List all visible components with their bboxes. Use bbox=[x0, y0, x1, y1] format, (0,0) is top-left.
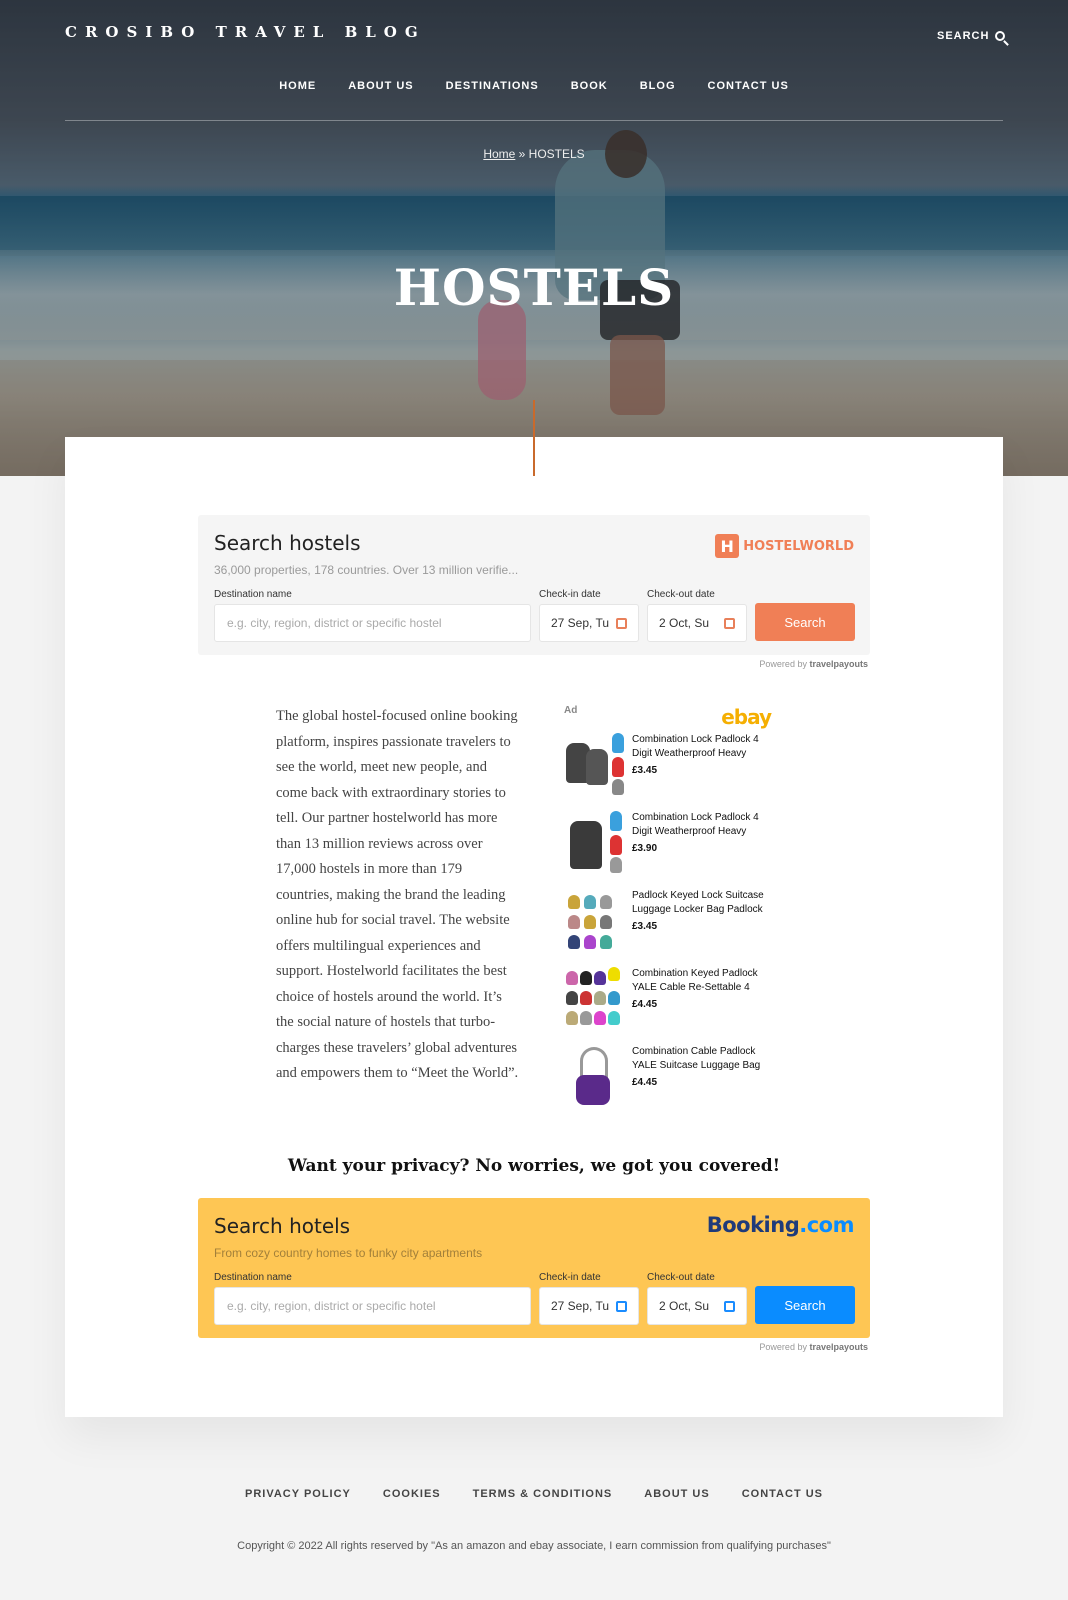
checkin-value: 27 Sep, Tu bbox=[551, 616, 610, 630]
powered-prefix: Powered by bbox=[759, 659, 807, 669]
calendar-icon bbox=[724, 617, 735, 629]
nav-book[interactable]: BOOK bbox=[571, 80, 608, 92]
ad-item-title: Padlock Keyed Lock Suitcase Luggage Lock… bbox=[632, 890, 764, 915]
footer-cookies[interactable]: COOKIES bbox=[383, 1488, 441, 1500]
ad-item-title: Combination Lock Padlock 4 Digit Weather… bbox=[632, 734, 759, 759]
site-brand[interactable]: CROSIBO TRAVEL BLOG bbox=[65, 23, 426, 41]
booking-logo: Booking.com bbox=[706, 1213, 855, 1237]
copyright: Copyright © 2022 All rights reserved by … bbox=[237, 1540, 831, 1552]
breadcrumb-separator: » bbox=[515, 147, 529, 161]
powered-brand: travelpayouts bbox=[809, 659, 868, 669]
hotel-search-button[interactable]: Search bbox=[755, 1286, 855, 1324]
footer-privacy-policy[interactable]: PRIVACY POLICY bbox=[245, 1488, 351, 1500]
nav-home[interactable]: HOME bbox=[279, 80, 316, 92]
hostelworld-logo-text: HOSTELWORLD bbox=[743, 538, 854, 554]
checkout-date-field[interactable]: 2 Oct, Su bbox=[647, 604, 747, 642]
hostelworld-logo-icon: H bbox=[715, 534, 740, 558]
booking-logo-main: Booking bbox=[706, 1213, 800, 1237]
calendar-icon bbox=[616, 617, 627, 629]
breadcrumb-current: HOSTELS bbox=[528, 147, 585, 161]
nav-contact-us[interactable]: CONTACT US bbox=[708, 80, 789, 92]
intro-paragraph: The global hostel-focused online booking… bbox=[276, 708, 519, 1081]
destination-label: Destination name bbox=[214, 1272, 292, 1283]
accent-divider bbox=[533, 400, 535, 476]
checkin-value: 27 Sep, Tu bbox=[551, 1299, 610, 1313]
destination-input[interactable]: e.g. city, region, district or specific … bbox=[214, 604, 531, 642]
powered-brand: travelpayouts bbox=[809, 1342, 868, 1352]
checkout-date-field[interactable]: 2 Oct, Su bbox=[647, 1287, 747, 1325]
page-title: HOSTELS bbox=[393, 258, 675, 317]
ad-item[interactable]: Combination Cable Padlock YALE Suitcase … bbox=[564, 1045, 774, 1115]
booking-logo-suffix: .com bbox=[799, 1213, 854, 1237]
destination-label: Destination name bbox=[214, 589, 292, 600]
ad-item-price: £4.45 bbox=[632, 999, 658, 1010]
ad-item[interactable]: Combination Lock Padlock 4 Digit Weather… bbox=[564, 733, 774, 803]
search-icon bbox=[995, 31, 1006, 41]
widget-subtitle: From cozy country homes to funky city ap… bbox=[214, 1246, 483, 1260]
nav-divider bbox=[65, 120, 1003, 121]
ad-item-title: Combination Keyed Padlock YALE Cable Re-… bbox=[632, 968, 758, 993]
hostelworld-search-widget: Search hostels 36,000 properties, 178 co… bbox=[198, 515, 870, 655]
ad-item[interactable]: Combination Lock Padlock 4 Digit Weather… bbox=[564, 811, 774, 881]
ad-item-price: £3.90 bbox=[632, 843, 658, 854]
checkout-value: 2 Oct, Su bbox=[659, 616, 710, 630]
calendar-icon bbox=[724, 1300, 735, 1312]
hostelworld-logo: H HOSTELWORLD bbox=[715, 534, 854, 558]
booking-search-widget: Search hotels From cozy country homes to… bbox=[198, 1198, 870, 1338]
ad-item-title: Combination Lock Padlock 4 Digit Weather… bbox=[632, 812, 759, 837]
footer-nav: PRIVACY POLICY COOKIES TERMS & CONDITION… bbox=[0, 1488, 1068, 1500]
ad-item-price: £3.45 bbox=[632, 921, 658, 932]
powered-by[interactable]: Powered by travelpayouts bbox=[198, 1342, 868, 1352]
nav-blog[interactable]: BLOG bbox=[640, 80, 676, 92]
powered-prefix: Powered by bbox=[759, 1342, 807, 1352]
checkin-date-field[interactable]: 27 Sep, Tu bbox=[539, 604, 639, 642]
product-image bbox=[564, 733, 624, 797]
checkout-label: Check-out date bbox=[647, 589, 715, 600]
checkin-label: Check-in date bbox=[539, 1272, 601, 1283]
search-label: SEARCH bbox=[937, 30, 990, 42]
nav-destinations[interactable]: DESTINATIONS bbox=[446, 80, 539, 92]
hostel-search-button[interactable]: Search bbox=[755, 603, 855, 641]
product-image bbox=[564, 811, 624, 875]
product-image bbox=[564, 967, 624, 1031]
powered-by[interactable]: Powered by travelpayouts bbox=[198, 659, 868, 669]
ad-item[interactable]: Combination Keyed Padlock YALE Cable Re-… bbox=[564, 967, 774, 1037]
footer-about-us[interactable]: ABOUT US bbox=[644, 1488, 709, 1500]
ebay-ad[interactable]: Ad ebay Combination Lock Padlock 4 Digit… bbox=[564, 705, 774, 1105]
nav-about-us[interactable]: ABOUT US bbox=[348, 80, 413, 92]
checkin-label: Check-in date bbox=[539, 589, 601, 600]
breadcrumb-home[interactable]: Home bbox=[483, 147, 515, 161]
search-button[interactable]: SEARCH bbox=[937, 30, 1006, 42]
ad-item-price: £3.45 bbox=[632, 765, 658, 776]
footer-contact-us[interactable]: CONTACT US bbox=[742, 1488, 823, 1500]
ebay-logo[interactable]: ebay bbox=[721, 705, 772, 729]
destination-input[interactable]: e.g. city, region, district or specific … bbox=[214, 1287, 531, 1325]
calendar-icon bbox=[616, 1300, 627, 1312]
widget-subtitle: 36,000 properties, 178 countries. Over 1… bbox=[214, 563, 519, 577]
ad-item[interactable]: Padlock Keyed Lock Suitcase Luggage Lock… bbox=[564, 889, 774, 959]
product-image bbox=[564, 1045, 624, 1109]
breadcrumb: Home » HOSTELS bbox=[0, 147, 1068, 161]
main-nav: HOME ABOUT US DESTINATIONS BOOK BLOG CON… bbox=[0, 80, 1068, 92]
ad-item-title: Combination Cable Padlock YALE Suitcase … bbox=[632, 1046, 761, 1071]
privacy-heading: Want your privacy? No worries, we got yo… bbox=[287, 1156, 781, 1176]
checkin-date-field[interactable]: 27 Sep, Tu bbox=[539, 1287, 639, 1325]
ad-item-price: £4.45 bbox=[632, 1077, 658, 1088]
footer-terms[interactable]: TERMS & CONDITIONS bbox=[473, 1488, 613, 1500]
checkout-label: Check-out date bbox=[647, 1272, 715, 1283]
checkout-value: 2 Oct, Su bbox=[659, 1299, 710, 1313]
product-image bbox=[564, 889, 624, 953]
